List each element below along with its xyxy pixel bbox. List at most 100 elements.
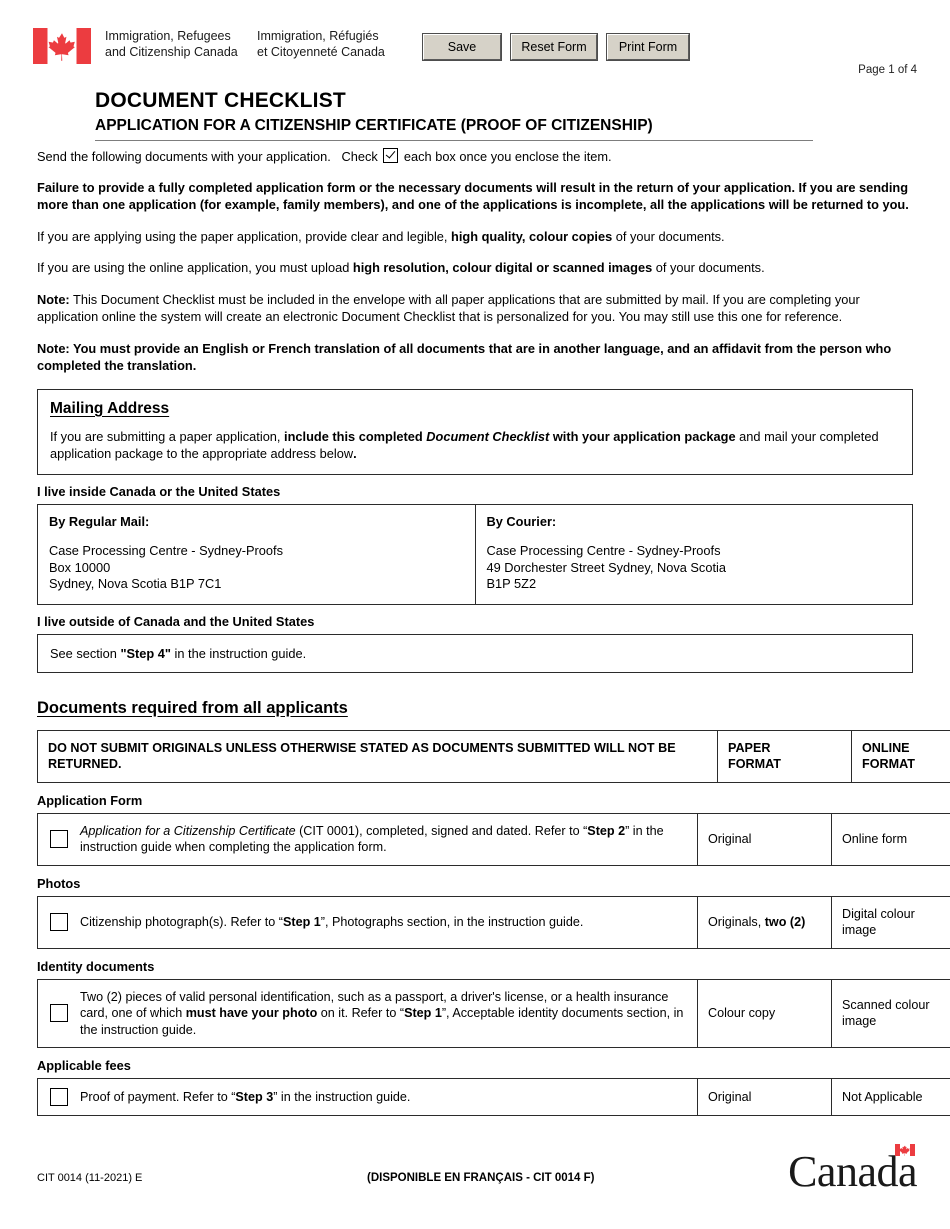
canada-flag-icon [33,28,91,64]
table-row: Citizenship photograph(s). Refer to “Ste… [37,895,950,949]
photos-desc-cell: Citizenship photograph(s). Refer to “Ste… [37,895,698,949]
save-button[interactable]: Save [422,33,502,61]
form-code: CIT 0014 (11-2021) E [37,1172,143,1184]
mailing-text-d: . [353,445,357,461]
documents-section-title: Documents required from all applicants [37,698,348,717]
courier-address: Case Processing Centre - Sydney-Proofs 4… [486,543,726,591]
french-version-note: (DISPONIBLE EN FRANÇAIS - CIT 0014 F) [367,1172,595,1184]
row-application-form: Application for a Citizenship Certificat… [37,812,950,866]
regular-mail-address: Case Processing Centre - Sydney-Proofs B… [49,543,283,591]
photos-paper-a: Originals, [708,914,765,929]
outside-text-a: See section [50,645,121,661]
table-row: Two (2) pieces of valid personal identif… [37,978,950,1048]
intro-text-a: Send the following documents with your a… [37,149,331,164]
app-form-italic: Application for a Citizenship Certificat… [80,823,296,838]
online-text-bold: high resolution, colour digital or scann… [352,260,653,275]
note-two-paragraph: Note: You must provide an English or Fre… [37,340,913,375]
mailing-text-b: include this completed [284,428,427,444]
identity-step: Step 1 [404,1006,442,1020]
group-label-photos: Photos [37,875,81,891]
group-label-identity-documents: Identity documents [37,958,155,974]
online-application-paragraph: If you are using the online application,… [37,259,913,277]
note-one-text: This Document Checklist must be included… [37,291,860,325]
photos-a: Citizenship photograph(s). Refer to “ [80,914,283,929]
address-table: By Regular Mail: Case Processing Centre … [37,503,913,605]
table-header-row: DO NOT SUBMIT ORIGINALS UNLESS OTHERWISE… [37,729,950,783]
note-one-paragraph: Note: This Document Checklist must be in… [37,291,913,326]
inside-canada-label: I live inside Canada or the United State… [37,483,281,499]
page-indicator: Page 1 of 4 [858,64,917,76]
paper-application-paragraph: If you are applying using the paper appl… [37,228,913,246]
row-photos: Citizenship photograph(s). Refer to “Ste… [37,895,950,949]
paper-text-bold: high quality, colour copies [451,228,613,244]
outside-canada-label: I live outside of Canada and the United … [37,613,315,629]
checkbox-photos[interactable] [50,913,68,931]
page-title-block: DOCUMENT CHECKLIST APPLICATION FOR A CIT… [95,88,813,141]
application-form-desc-cell: Application for a Citizenship Certificat… [37,812,698,866]
application-form-paper: Original [697,812,832,866]
identity-online: Scanned colour image [831,978,950,1048]
photos-online: Digital colour image [831,895,950,949]
form-action-buttons: Save Reset Form Print Form [422,33,690,61]
fees-online: Not Applicable [831,1078,950,1116]
documents-header-table: DO NOT SUBMIT ORIGINALS UNLESS OTHERWISE… [37,729,950,783]
canada-wordmark-flag-icon [895,1144,915,1156]
group-label-application-form: Application Form [37,792,143,808]
checkbox-application-form[interactable] [50,830,68,848]
page-subtitle: APPLICATION FOR A CITIZENSHIP CERTIFICAT… [95,117,653,134]
print-form-button[interactable]: Print Form [606,33,690,61]
regular-mail-title: By Regular Mail: [49,513,150,529]
table-row: Proof of payment. Refer to “Step 3” in t… [37,1078,950,1116]
paper-text-c: of your documents. [612,228,725,244]
photos-description: Citizenship photograph(s). Refer to “Ste… [80,914,687,931]
identity-paper: Colour copy [697,978,832,1048]
checkbox-identity-documents[interactable] [50,1004,68,1023]
fees-desc-cell: Proof of payment. Refer to “Step 3” in t… [37,1078,698,1116]
page-header: Immigration, Refugees and Citizenship Ca… [33,24,917,80]
department-name-french: Immigration, Réfugiés et Citoyenneté Can… [257,29,385,59]
checkbox-applicable-fees[interactable] [50,1088,68,1106]
fees-b: ” in the instruction guide. [273,1089,411,1104]
identity-bold: must have your photo [185,1006,318,1020]
online-text-a: If you are using the online application,… [37,260,353,275]
department-name-english: Immigration, Refugees and Citizenship Ca… [105,29,238,59]
application-form-online: Online form [831,812,950,866]
row-applicable-fees: Proof of payment. Refer to “Step 3” in t… [37,1078,950,1116]
table-row: Application for a Citizenship Certificat… [37,812,950,866]
checked-checkbox-icon [383,148,399,163]
identity-desc-cell: Two (2) pieces of valid personal identif… [37,978,698,1048]
mailing-address-box: Mailing Address If you are submitting a … [37,388,913,475]
intro-text-b: Check [341,149,378,164]
app-form-step: Step 2 [587,823,626,838]
fees-paper: Original [697,1078,832,1116]
photos-paper: Originals, two (2) [697,895,832,949]
title-divider [95,140,813,141]
app-form-a: (CIT 0001), completed, signed and dated.… [295,823,588,838]
header-online-format: ONLINE FORMAT [851,729,950,783]
warning-text: Failure to provide a fully completed app… [37,179,909,213]
mailing-text-italic: Document Checklist [426,428,550,444]
outside-text-c: in the instruction guide. [170,645,307,661]
warning-paragraph: Failure to provide a fully completed app… [37,179,913,214]
courier-title: By Courier: [486,513,557,529]
page-footer: CIT 0014 (11-2021) E (DISPONIBLE EN FRAN… [37,1144,917,1212]
intro-text-c: each box once you enclose the item. [403,149,612,164]
mailing-address-instructions: If you are submitting a paper applicatio… [50,428,900,462]
address-row: By Regular Mail: Case Processing Centre … [37,503,913,605]
identity-description: Two (2) pieces of valid personal identif… [80,989,687,1039]
outside-canada-box: See section "Step 4" in the instruction … [37,633,913,673]
courier-cell: By Courier: Case Processing Centre - Syd… [474,503,913,605]
page-title: DOCUMENT CHECKLIST [95,89,346,112]
photos-paper-bold: two (2) [764,914,806,929]
photos-step: Step 1 [283,914,321,929]
intro-line: Send the following documents with your a… [37,148,913,166]
regular-mail-cell: By Regular Mail: Case Processing Centre … [37,503,476,605]
photos-b: ”, Photographs section, in the instructi… [320,914,584,929]
fees-step: Step 3 [235,1089,274,1104]
fees-a: Proof of payment. Refer to “ [80,1089,236,1104]
document-page: Immigration, Refugees and Citizenship Ca… [0,0,950,1229]
note-one-label: Note: [37,291,70,307]
reset-form-button[interactable]: Reset Form [510,33,598,61]
document-body: Send the following documents with your a… [37,148,950,1116]
online-text-c: of your documents. [652,260,765,275]
